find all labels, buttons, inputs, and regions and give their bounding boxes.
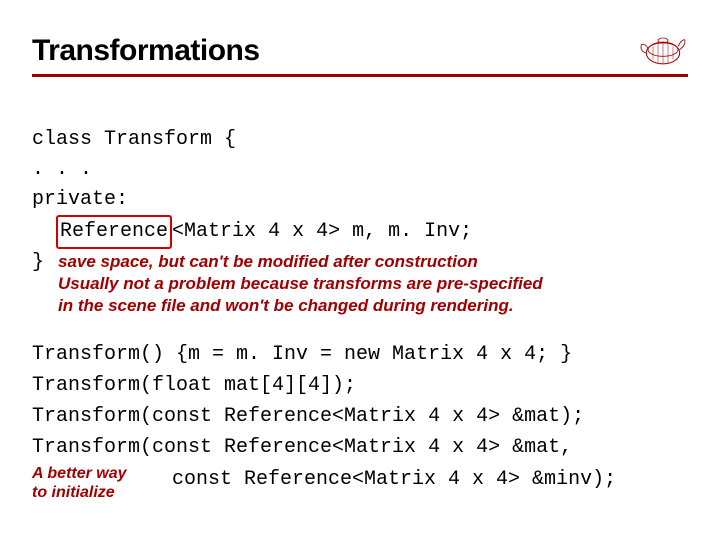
- note-line: save space, but can't be modified after …: [58, 251, 543, 273]
- teapot-logo-icon: [638, 28, 688, 68]
- constructors-block: Transform() {m = m. Inv = new Matrix 4 x…: [32, 339, 688, 463]
- ctor-line: Transform(const Reference<Matrix 4 x 4> …: [32, 401, 688, 432]
- note-line: Usually not a problem because transforms…: [58, 273, 543, 295]
- class-declaration: class Transform { . . . private: Referen…: [32, 95, 688, 249]
- code-line: . . .: [32, 158, 92, 181]
- ctor-line-wrapped: Transform(const Reference<Matrix 4 x 4> …: [32, 432, 688, 463]
- ctor-second-line: const Reference<Matrix 4 x 4> &minv);: [172, 464, 616, 495]
- ctor-first-line: Transform(const Reference<Matrix 4 x 4> …: [32, 432, 688, 463]
- note-line: in the scene file and won't be changed d…: [58, 295, 543, 317]
- note-line: to initialize: [32, 483, 162, 502]
- ctor-line: Transform(float mat[4][4]);: [32, 370, 688, 401]
- initialize-note: A better way to initialize: [32, 464, 162, 502]
- reference-note: save space, but can't be modified after …: [58, 251, 543, 317]
- code-line-member: Reference<Matrix 4 x 4> m, m. Inv;: [32, 220, 472, 243]
- closing-brace: }: [32, 251, 44, 274]
- code-line: class Transform {: [32, 128, 236, 151]
- closing-brace-row: } save space, but can't be modified afte…: [32, 251, 688, 317]
- ctor-line: Transform() {m = m. Inv = new Matrix 4 x…: [32, 339, 688, 370]
- code-line: private:: [32, 188, 128, 211]
- slide-header: Transformations: [32, 28, 688, 77]
- reference-highlight: Reference: [56, 215, 172, 249]
- note-line: A better way: [32, 464, 162, 483]
- slide-title: Transformations: [32, 34, 260, 68]
